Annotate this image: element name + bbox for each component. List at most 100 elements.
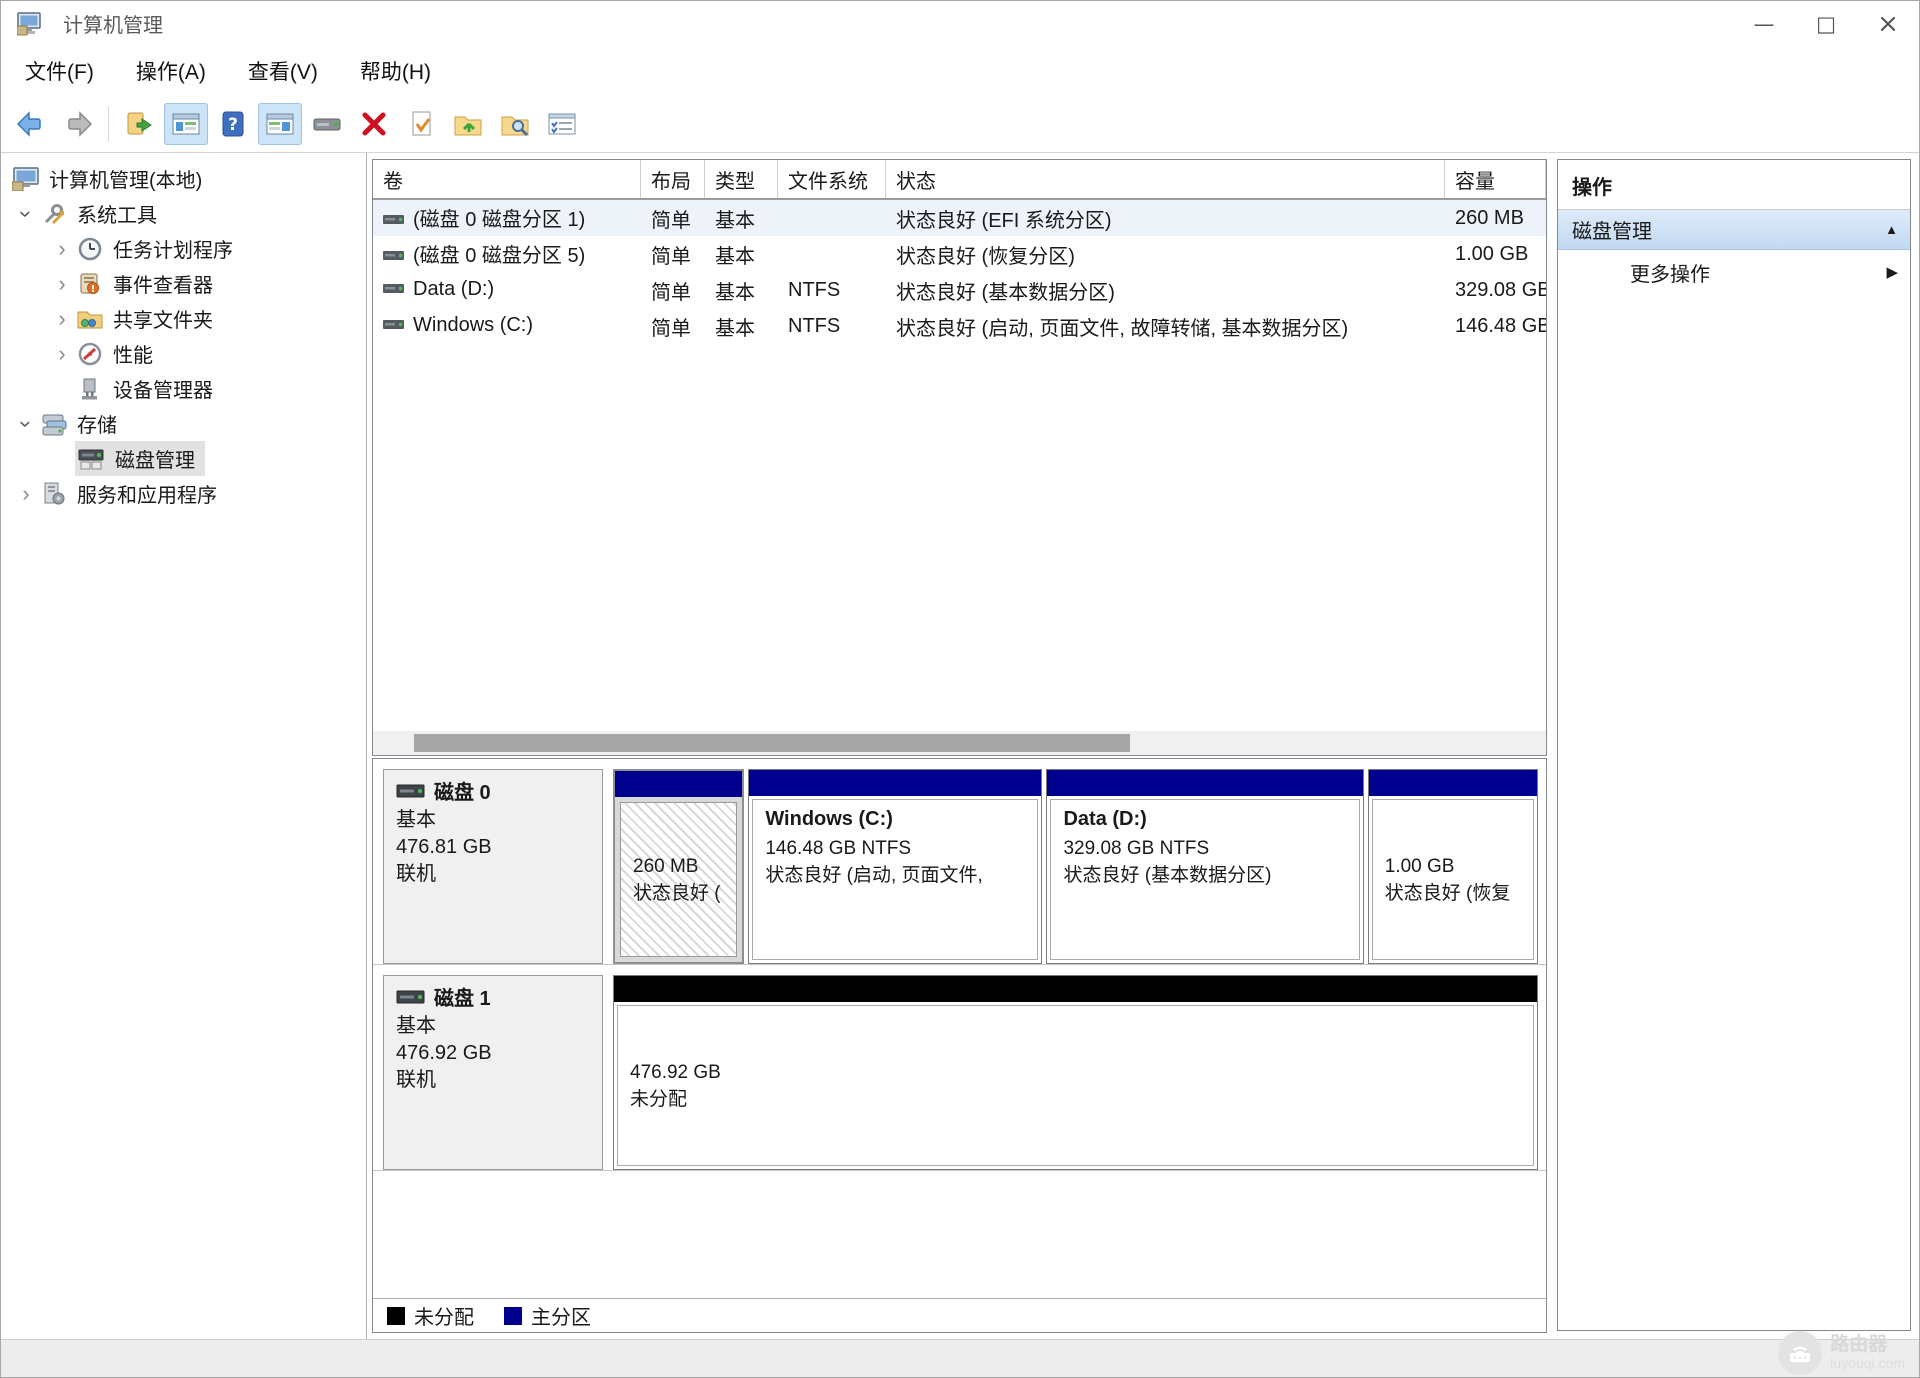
tree-item-storage[interactable]: › 存储 bbox=[1, 406, 366, 441]
partition-unallocated[interactable]: 476.92 GB 未分配 bbox=[613, 975, 1538, 1170]
tree-label: 系统工具 bbox=[77, 205, 157, 227]
volume-capacity: 146.48 GB bbox=[1455, 314, 1546, 337]
disk-properties-icon[interactable] bbox=[305, 103, 349, 145]
tree-item-computer-management[interactable]: 计算机管理(本地) bbox=[1, 161, 366, 196]
horizontal-scrollbar[interactable] bbox=[373, 731, 1546, 755]
chevron-collapsed-icon[interactable]: › bbox=[49, 342, 75, 365]
tree-item-services-applications[interactable]: › 服务和应用程序 bbox=[1, 476, 366, 511]
menu-action[interactable]: 操作(A) bbox=[122, 50, 220, 92]
legend-unallocated-label: 未分配 bbox=[414, 1307, 474, 1329]
actions-group-disk-management[interactable]: 磁盘管理 ▲ bbox=[1558, 210, 1910, 250]
menu-help[interactable]: 帮助(H) bbox=[346, 50, 445, 92]
chevron-collapsed-icon[interactable]: › bbox=[49, 272, 75, 295]
chevron-collapsed-icon[interactable]: › bbox=[13, 482, 39, 505]
volume-row[interactable]: (磁盘 0 磁盘分区 1) 简单 基本 状态良好 (EFI 系统分区) 260 … bbox=[373, 200, 1546, 236]
actions-pane: 操作 磁盘管理 ▲ 更多操作 ▶ bbox=[1557, 159, 1911, 1331]
column-header-filesystem[interactable]: 文件系统 bbox=[778, 160, 886, 198]
column-header-volume[interactable]: 卷 bbox=[373, 160, 641, 198]
column-header-type[interactable]: 类型 bbox=[705, 160, 778, 198]
show-console-tree-icon[interactable] bbox=[164, 103, 208, 145]
chevron-collapsed-icon[interactable]: › bbox=[49, 307, 75, 330]
partition-color-bar bbox=[749, 770, 1042, 796]
column-header-layout[interactable]: 布局 bbox=[641, 160, 705, 198]
watermark: 路由器 luyouqi.com bbox=[1778, 1331, 1905, 1375]
disk-row: 磁盘 0 基本 476.81 GB 联机 260 MB 状态良好 (Windo… bbox=[373, 759, 1546, 965]
legend-primary-label: 主分区 bbox=[531, 1307, 591, 1329]
chevron-expanded-icon[interactable]: › bbox=[14, 201, 39, 227]
legend-bar: 未分配 主分区 bbox=[373, 1298, 1546, 1332]
chevron-collapsed-icon[interactable]: › bbox=[49, 237, 75, 260]
export-list-icon[interactable] bbox=[117, 103, 161, 145]
tree-label: 性能 bbox=[113, 345, 153, 367]
partition-efi[interactable]: 260 MB 状态良好 ( bbox=[613, 769, 745, 964]
maximize-button[interactable]: □ bbox=[1795, 1, 1857, 46]
event-viewer-icon bbox=[75, 271, 105, 297]
computer-icon bbox=[11, 166, 41, 192]
disk-kind: 基本 bbox=[396, 809, 436, 831]
chevron-expanded-icon[interactable]: › bbox=[14, 411, 39, 437]
volume-list-pane: 卷 布局 类型 文件系统 状态 容量 (磁盘 0 磁盘分区 1) 简单 基本 状… bbox=[372, 159, 1547, 756]
router-logo-icon bbox=[1778, 1331, 1823, 1375]
partition-color-bar bbox=[615, 771, 743, 797]
back-icon[interactable] bbox=[9, 103, 53, 145]
menu-bar: 文件(F) 操作(A) 查看(V) 帮助(H) bbox=[1, 46, 1919, 96]
toolbar-separator bbox=[108, 107, 109, 141]
volume-capacity: 260 MB bbox=[1455, 206, 1524, 229]
open-folder-up-icon[interactable] bbox=[446, 103, 490, 145]
disk0-label-box[interactable]: 磁盘 0 基本 476.81 GB 联机 bbox=[383, 769, 603, 964]
disk-name: 磁盘 1 bbox=[434, 988, 491, 1010]
storage-icon bbox=[39, 411, 69, 437]
volume-row[interactable]: Windows (C:) 简单 基本 NTFS 状态良好 (启动, 页面文件, … bbox=[373, 308, 1546, 344]
tree-item-disk-management[interactable]: › 磁盘管理 bbox=[1, 441, 366, 476]
partition-data-d[interactable]: Data (D:) 329.08 GB NTFS 状态良好 (基本数据分区) bbox=[1046, 769, 1364, 964]
tree-item-task-scheduler[interactable]: › 任务计划程序 bbox=[1, 231, 366, 266]
partition-status: 状态良好 (基本数据分区) bbox=[1063, 865, 1272, 886]
menu-file[interactable]: 文件(F) bbox=[11, 50, 108, 92]
selected-tree-item: 磁盘管理 bbox=[75, 441, 205, 476]
system-tools-icon bbox=[39, 201, 69, 227]
forward-icon[interactable] bbox=[56, 103, 100, 145]
tree-item-system-tools[interactable]: › 系统工具 bbox=[1, 196, 366, 231]
volume-type: 基本 bbox=[715, 245, 755, 268]
partition-color-bar bbox=[1047, 770, 1363, 796]
device-manager-icon bbox=[75, 376, 105, 402]
volume-name: Data (D:) bbox=[413, 278, 495, 300]
tree-item-device-manager[interactable]: › 设备管理器 bbox=[1, 371, 366, 406]
show-action-pane-icon[interactable] bbox=[258, 103, 302, 145]
disk-icon bbox=[396, 986, 426, 1013]
delete-icon[interactable] bbox=[352, 103, 396, 145]
partition-recovery[interactable]: 1.00 GB 状态良好 (恢复 bbox=[1367, 769, 1538, 964]
volume-capacity: 1.00 GB bbox=[1455, 242, 1529, 265]
tree-item-performance[interactable]: › 性能 bbox=[1, 336, 366, 371]
disk-row: 磁盘 1 基本 476.92 GB 联机 476.92 GB 未分配 bbox=[373, 965, 1546, 1171]
actions-title: 操作 bbox=[1558, 160, 1910, 210]
column-header-capacity[interactable]: 容量 bbox=[1445, 160, 1546, 198]
help-icon[interactable]: ? bbox=[211, 103, 255, 145]
disk-kind: 基本 bbox=[396, 1015, 436, 1037]
tree-item-shared-folders[interactable]: › 共享文件夹 bbox=[1, 301, 366, 336]
more-actions-item[interactable]: 更多操作 ▶ bbox=[1558, 250, 1910, 294]
volume-icon bbox=[383, 210, 405, 233]
scrollbar-thumb[interactable] bbox=[414, 734, 1130, 752]
disk-icon bbox=[396, 780, 426, 807]
volume-row[interactable]: (磁盘 0 磁盘分区 5) 简单 基本 状态良好 (恢复分区) 1.00 GB bbox=[373, 236, 1546, 272]
partition-windows-c[interactable]: Windows (C:) 146.48 GB NTFS 状态良好 (启动, 页面… bbox=[748, 769, 1043, 964]
minimize-button[interactable]: — bbox=[1733, 1, 1795, 46]
partition-color-bar bbox=[614, 976, 1537, 1002]
column-header-status[interactable]: 状态 bbox=[886, 160, 1445, 198]
task-checklist-icon[interactable] bbox=[540, 103, 584, 145]
toolbar: ? bbox=[1, 96, 1919, 153]
partition-status: 状态良好 (启动, 页面文件, bbox=[765, 865, 983, 886]
disk1-label-box[interactable]: 磁盘 1 基本 476.92 GB 联机 bbox=[383, 975, 603, 1170]
close-button[interactable]: × bbox=[1857, 1, 1919, 46]
volume-row[interactable]: Data (D:) 简单 基本 NTFS 状态良好 (基本数据分区) 329.0… bbox=[373, 272, 1546, 308]
partition-status: 状态良好 ( bbox=[633, 882, 721, 904]
search-folder-icon[interactable] bbox=[493, 103, 537, 145]
partition-color-bar bbox=[1368, 770, 1537, 796]
verify-disk-icon[interactable] bbox=[399, 103, 443, 145]
menu-view[interactable]: 查看(V) bbox=[234, 50, 332, 92]
tree-label: 设备管理器 bbox=[113, 380, 213, 402]
partition-size: 476.92 GB bbox=[630, 1061, 721, 1083]
tree-item-event-viewer[interactable]: › 事件查看器 bbox=[1, 266, 366, 301]
collapse-arrow-icon[interactable]: ▲ bbox=[1885, 222, 1898, 237]
